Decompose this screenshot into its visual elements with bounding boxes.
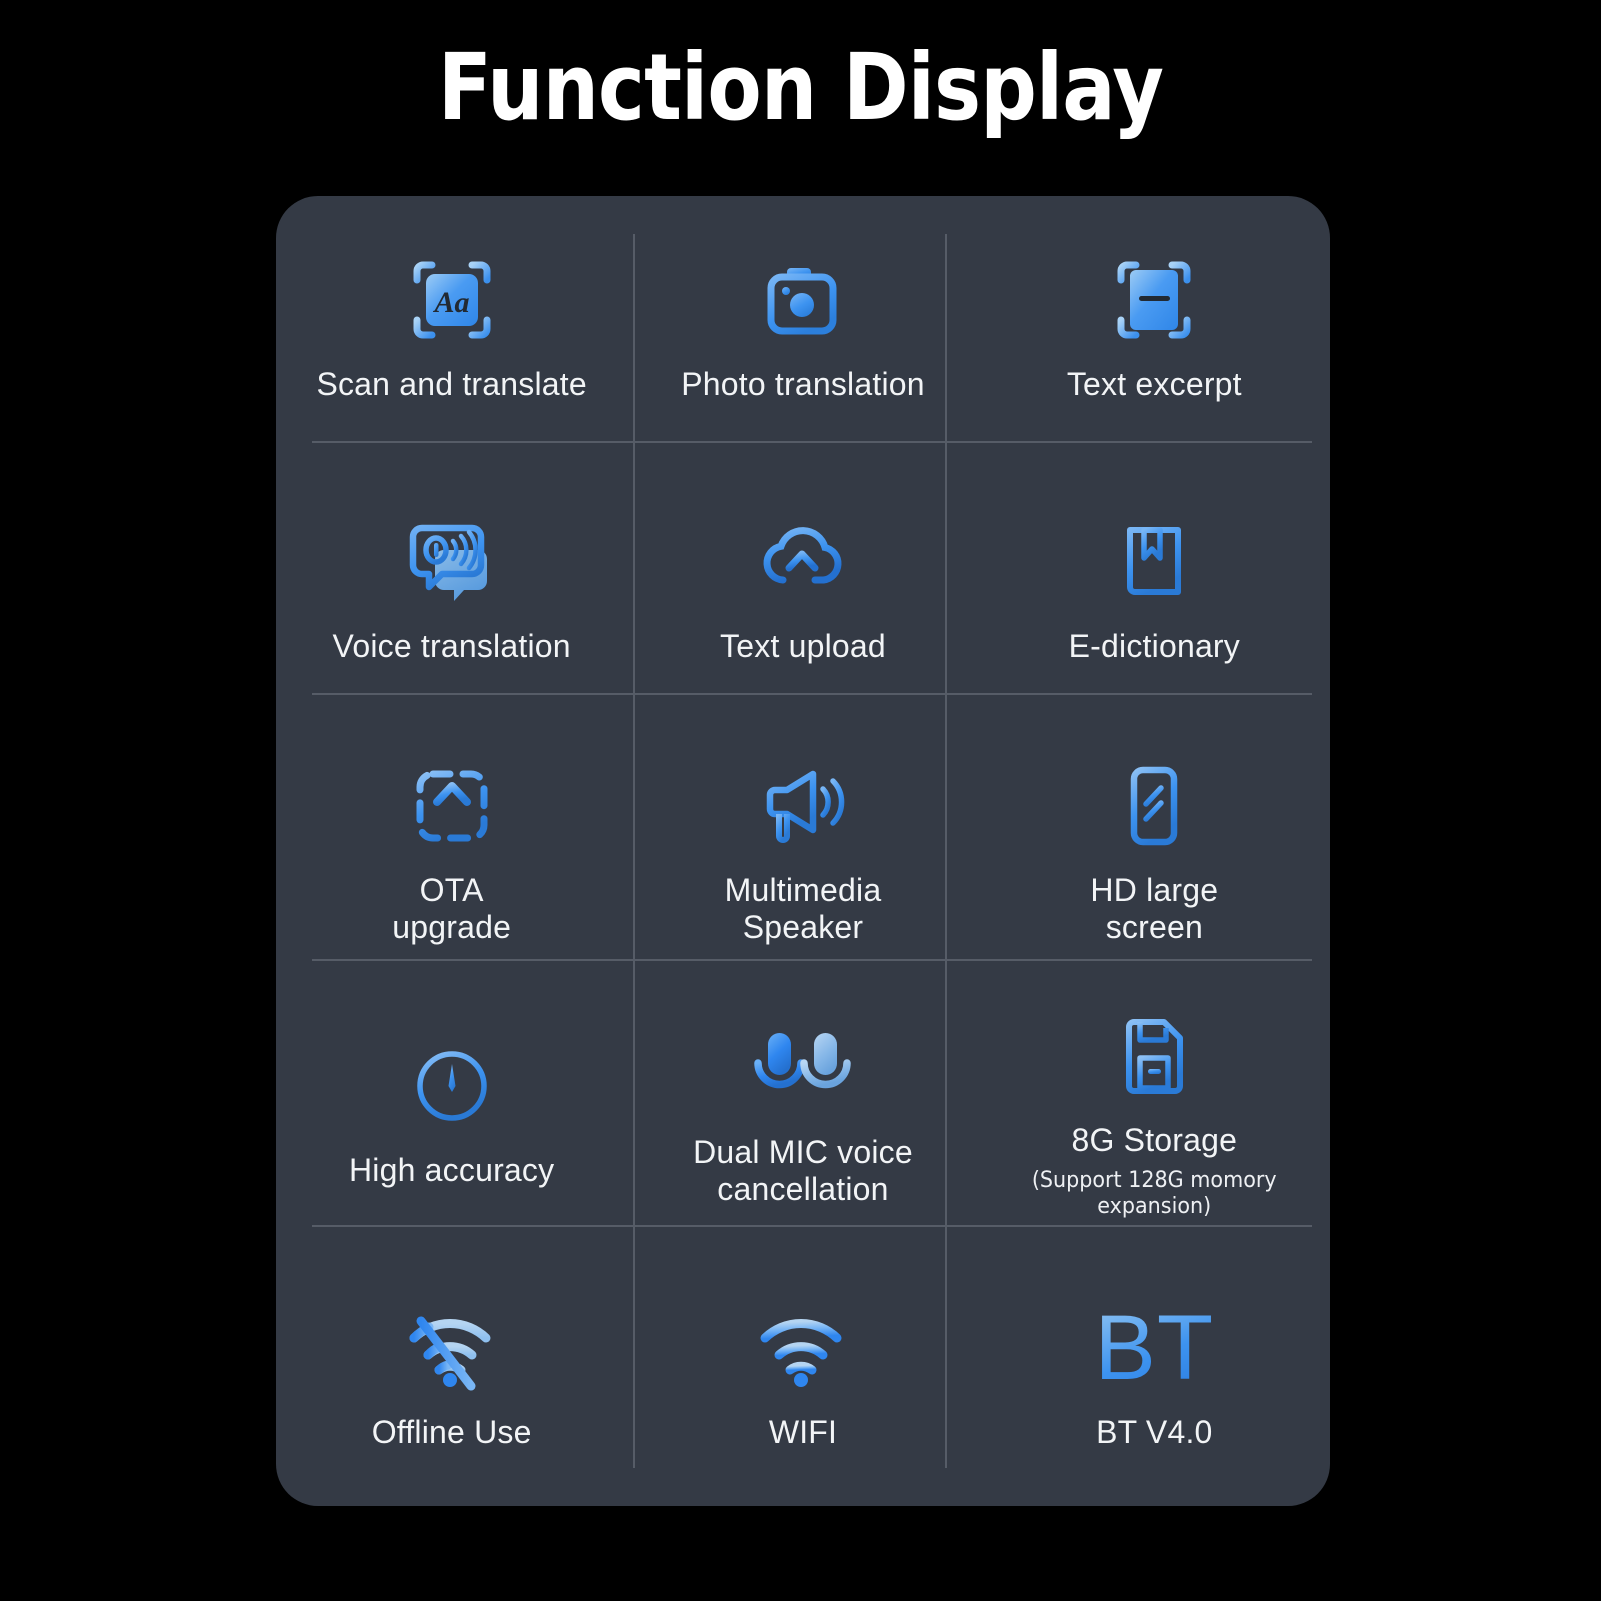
feature-scan-and-translate[interactable]: Aa Scan and translate (276, 196, 627, 458)
feature-label: BT V4.0 (1096, 1414, 1213, 1451)
crosshair-target-icon (404, 1034, 500, 1138)
feature-grid: Aa Scan and translate Photo translation … (276, 196, 1330, 1506)
feature-bluetooth[interactable]: BT BT V4.0 (979, 1244, 1330, 1506)
feature-voice-translation[interactable]: Voice translation (276, 458, 627, 720)
wifi-off-icon (397, 1296, 507, 1400)
wifi-icon (748, 1296, 858, 1400)
feature-label: E-dictionary (1068, 628, 1240, 665)
bt-text-glyph: BT (1095, 1296, 1215, 1400)
feature-label: Photo translation (681, 366, 925, 403)
feature-label: Text excerpt (1066, 366, 1242, 403)
megaphone-icon (753, 754, 853, 858)
feature-label: WIFI (768, 1414, 838, 1451)
feature-ota-upgrade[interactable]: OTA upgrade (276, 720, 627, 982)
feature-label: OTA upgrade (392, 871, 512, 945)
scan-excerpt-icon (1106, 248, 1202, 352)
feature-label: Offline Use (371, 1414, 532, 1451)
feature-text-excerpt[interactable]: Text excerpt (979, 196, 1330, 458)
bt-glyph-text: BT (1094, 1297, 1215, 1400)
page-title: Function Display (437, 34, 1164, 141)
memory-card-icon (1106, 1004, 1202, 1108)
feature-label: High accuracy (348, 1152, 555, 1189)
camera-icon (755, 248, 851, 352)
scan-text-icon: Aa (404, 248, 500, 352)
feature-wifi[interactable]: WIFI (627, 1244, 978, 1506)
feature-multimedia-speaker[interactable]: Multimedia Speaker (627, 720, 978, 982)
feature-label: HD large screen (1090, 871, 1219, 945)
feature-photo-translation[interactable]: Photo translation (627, 196, 978, 458)
feature-sublabel: (Support 128G momory expansion) (1031, 1167, 1277, 1219)
phone-screen-icon (1106, 754, 1202, 858)
dashed-upload-icon (404, 754, 500, 858)
feature-offline-use[interactable]: Offline Use (276, 1244, 627, 1506)
dual-microphone-icon (745, 1016, 861, 1120)
feature-label: Scan and translate (316, 366, 587, 403)
feature-label: Voice translation (332, 628, 571, 665)
svg-text:Aa: Aa (432, 286, 469, 319)
cloud-upload-icon (753, 510, 853, 614)
feature-label: Dual MIC voice cancellation (693, 1133, 913, 1207)
feature-label: Multimedia Speaker (724, 871, 882, 945)
feature-storage[interactable]: 8G Storage (Support 128G momory expansio… (979, 982, 1330, 1244)
speech-bubble-sound-icon (402, 510, 502, 614)
book-bookmark-icon (1106, 510, 1202, 614)
feature-text-upload[interactable]: Text upload (627, 458, 978, 720)
feature-hd-large-screen[interactable]: HD large screen (979, 720, 1330, 982)
feature-e-dictionary[interactable]: E-dictionary (979, 458, 1330, 720)
feature-label: Text upload (720, 628, 886, 665)
feature-dual-mic-voice-cancellation[interactable]: Dual MIC voice cancellation (627, 982, 978, 1244)
feature-label: 8G Storage (1071, 1122, 1238, 1159)
feature-high-accuracy[interactable]: High accuracy (276, 982, 627, 1244)
feature-card: Aa Scan and translate Photo translation … (276, 196, 1330, 1506)
